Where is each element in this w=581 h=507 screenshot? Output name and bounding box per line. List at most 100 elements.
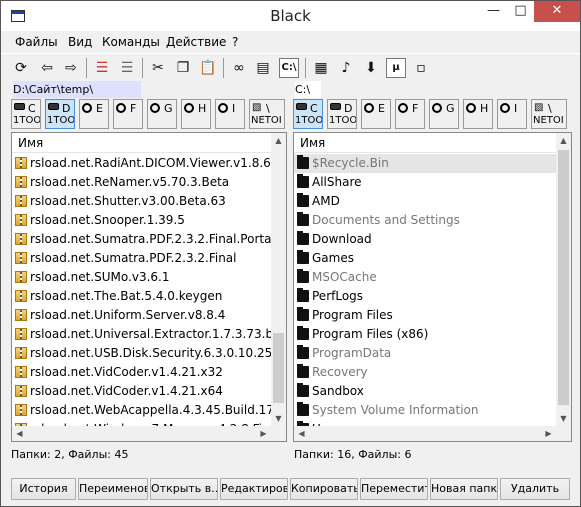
left-vertical-scrollbar[interactable]: ▲ ▼ (271, 133, 286, 426)
refresh-icon[interactable]: ⟳ (11, 58, 31, 78)
left-drive-c[interactable]: C1TOOI (11, 99, 41, 129)
left-drive-network[interactable]: ▧ \ NETOI (249, 99, 285, 129)
properties-icon[interactable]: ▤ (253, 58, 273, 78)
right-drive-d[interactable]: D1TOOI (327, 99, 357, 129)
open-in-button[interactable]: Открыть в... (150, 478, 218, 500)
right-drive-f[interactable]: F (395, 99, 425, 129)
paste-icon[interactable]: 📋 (198, 58, 218, 78)
menu-help[interactable]: ? (232, 35, 238, 49)
list-item[interactable]: MSOCache (294, 268, 556, 287)
scroll-right-icon[interactable]: ▶ (541, 426, 556, 441)
scroll-thumb[interactable] (273, 333, 284, 403)
copy-button[interactable]: Копировать (290, 478, 358, 500)
deselect-icon[interactable]: ☰ (117, 58, 137, 78)
left-drive-g[interactable]: G (147, 99, 177, 129)
scroll-left-icon[interactable]: ◀ (294, 426, 309, 441)
scroll-thumb[interactable] (558, 150, 569, 405)
list-item[interactable]: rsload.net.Snooper.1.39.5 (12, 211, 271, 230)
list-item[interactable]: Documents and Settings (294, 211, 556, 230)
list-item[interactable]: Program Files (294, 306, 556, 325)
download-icon[interactable]: ⬇ (361, 58, 381, 78)
right-horizontal-scrollbar[interactable]: ◀ ▶ (294, 426, 556, 441)
right-vertical-scrollbar[interactable]: ▲ ▼ (556, 133, 571, 426)
list-item[interactable]: Download (294, 230, 556, 249)
list-item[interactable]: rsload.net.Sumatra.PDF.2.3.2.Final.Porta… (12, 230, 271, 249)
scroll-down-icon[interactable]: ▼ (556, 411, 571, 426)
select-all-icon[interactable]: ☰ (92, 58, 112, 78)
list-item[interactable]: rsload.net.VidCoder.v1.4.21.x64 (12, 382, 271, 401)
minimize-button[interactable]: — (480, 1, 507, 22)
list-item[interactable]: rsload.net.VidCoder.v1.4.21.x32 (12, 363, 271, 382)
left-drive-i[interactable]: I (215, 99, 245, 129)
history-button[interactable]: История (11, 478, 76, 500)
list-item[interactable]: ProgramData (294, 344, 556, 363)
right-path-field[interactable]: C:\ (293, 81, 571, 98)
left-drive-f[interactable]: F (113, 99, 143, 129)
menu-files[interactable]: Файлы (15, 35, 58, 49)
list-item[interactable]: rsload.net.The.Bat.5.4.0.keygen (12, 287, 271, 306)
list-item[interactable]: System Volume Information (294, 401, 556, 420)
text-icon[interactable]: µ (386, 58, 406, 78)
maximize-button[interactable]: □ (507, 1, 534, 22)
list-item[interactable]: rsload.net.WebAcappella.4.3.45.Build.173… (12, 401, 271, 420)
list-item[interactable]: AllShare (294, 173, 556, 192)
right-drive-g[interactable]: G (429, 99, 459, 129)
find-icon[interactable]: ∞ (229, 58, 249, 78)
scroll-right-icon[interactable]: ▶ (256, 426, 271, 441)
forward-icon[interactable]: ⇨ (61, 58, 81, 78)
scroll-down-icon[interactable]: ▼ (271, 411, 286, 426)
list-item[interactable]: Sandbox (294, 382, 556, 401)
scroll-left-icon[interactable]: ◀ (12, 426, 27, 441)
move-button[interactable]: Переместить (360, 478, 428, 500)
list-item[interactable]: PerfLogs (294, 287, 556, 306)
close-button[interactable]: ✕ (534, 1, 580, 22)
list-item[interactable]: rsload.net.ReNamer.v5.70.3.Beta (12, 173, 271, 192)
menu-action[interactable]: Действие (166, 35, 226, 49)
list-item[interactable]: rsload.net.USB.Disk.Security.6.3.0.10.25… (12, 344, 271, 363)
list-item[interactable]: rsload.net.Uniform.Server.v8.8.4 (12, 306, 271, 325)
cut-icon[interactable]: ✂ (148, 58, 168, 78)
list-item[interactable]: rsload.net.SUMo.v3.6.1 (12, 268, 271, 287)
list-item[interactable]: AMD (294, 192, 556, 211)
window-icon[interactable]: ▫ (411, 58, 431, 78)
list-item[interactable]: rsload.net.Sumatra.PDF.2.3.2.Final (12, 249, 271, 268)
menu-view[interactable]: Вид (68, 35, 92, 49)
right-drive-c[interactable]: C1TOOI (293, 99, 323, 129)
left-drive-d[interactable]: D1TOOI (45, 99, 75, 129)
copy-icon[interactable]: ❐ (173, 58, 193, 78)
right-file-panel[interactable]: Имя $Recycle.Bin AllShare AMD Documents and… (293, 132, 572, 442)
right-drive-e[interactable]: E (361, 99, 391, 129)
disk-icon (48, 103, 60, 112)
list-item[interactable]: rsload.net.RadiAnt.DICOM.Viewer.v1.8.6.F… (12, 154, 271, 173)
list-item[interactable]: $Recycle.Bin (294, 154, 556, 173)
new-folder-button[interactable]: Новая папка (430, 478, 498, 500)
left-file-panel[interactable]: Имя rsload.net.RadiAnt.DICOM.Viewer.v1.8… (11, 132, 287, 442)
folder-name: AMD (312, 194, 340, 208)
back-icon[interactable]: ⇦ (37, 58, 57, 78)
right-drive-network[interactable]: ▧ \ NETOI (531, 99, 567, 129)
list-item[interactable]: Games (294, 249, 556, 268)
list-item[interactable]: rsload.net.Shutter.v3.00.Beta.63 (12, 192, 271, 211)
left-path-field[interactable]: D:\Сайт\temp\ (11, 81, 286, 98)
column-header-name[interactable]: Имя (294, 133, 556, 153)
music-icon[interactable]: ♪ (336, 58, 356, 78)
left-drive-e[interactable]: E (79, 99, 109, 129)
list-item[interactable]: Program Files (x86) (294, 325, 556, 344)
disk-icon (14, 103, 26, 112)
console-icon[interactable]: C:\ (279, 58, 299, 78)
column-header-name[interactable]: Имя (12, 133, 271, 153)
scroll-up-icon[interactable]: ▲ (271, 133, 286, 148)
edit-button[interactable]: Редактировать (220, 478, 288, 500)
delete-button[interactable]: Удалить (500, 478, 570, 500)
left-horizontal-scrollbar[interactable]: ◀ ▶ (12, 426, 271, 441)
left-drive-h[interactable]: H (181, 99, 211, 129)
right-drive-h[interactable]: H (463, 99, 493, 129)
list-item[interactable]: rsload.net.Universal.Extractor.1.7.3.73.… (12, 325, 271, 344)
scroll-up-icon[interactable]: ▲ (556, 133, 571, 148)
right-path-text: C:\ (295, 81, 321, 98)
rename-button[interactable]: Переименовать (78, 478, 148, 500)
video-icon[interactable]: ▦ (311, 58, 331, 78)
list-item[interactable]: Recovery (294, 363, 556, 382)
right-drive-i[interactable]: I (497, 99, 527, 129)
menu-commands[interactable]: Команды (102, 35, 160, 49)
